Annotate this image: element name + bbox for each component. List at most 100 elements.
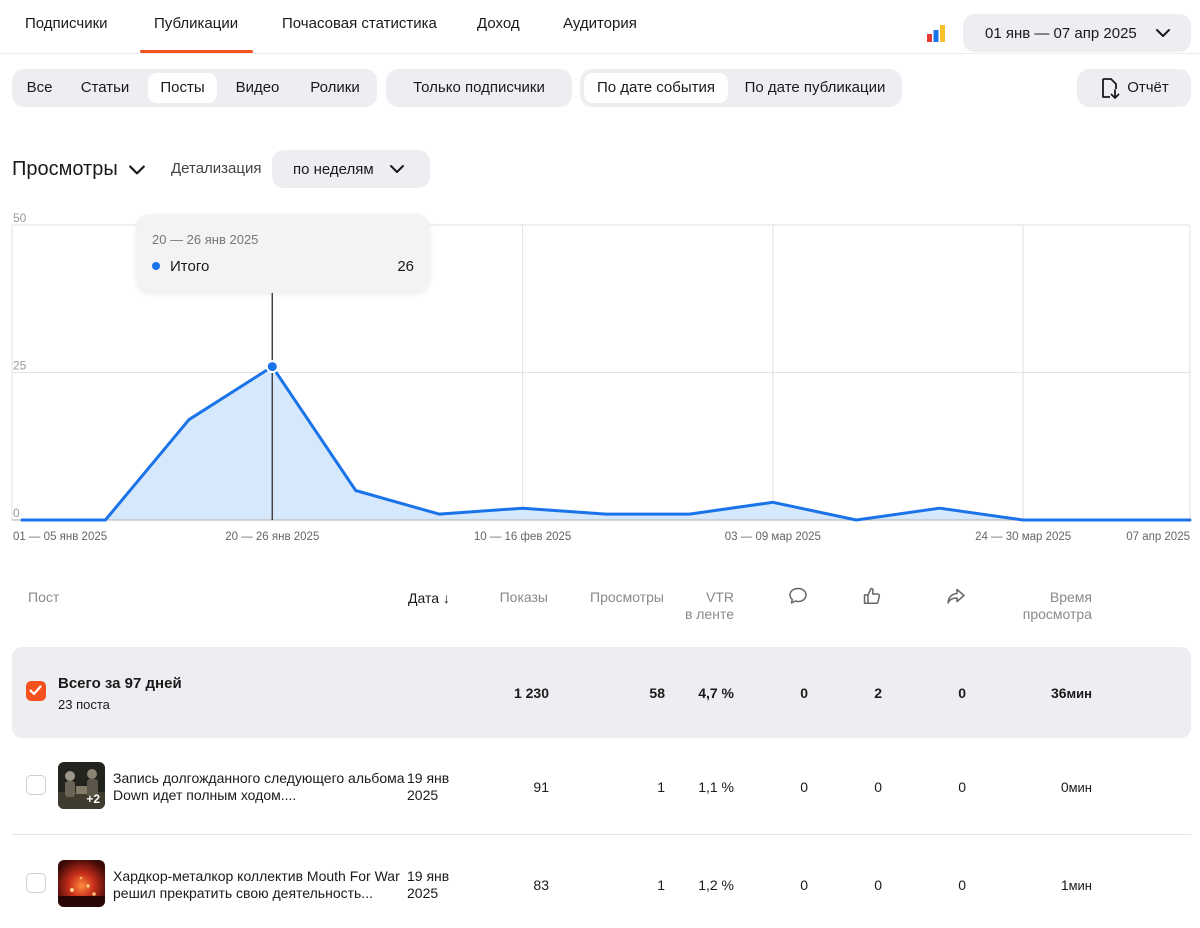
- post-thumbnail: +2: [58, 762, 105, 809]
- col-post: Пост: [28, 589, 60, 605]
- download-report-icon: [1102, 78, 1120, 99]
- post-date: 19 янв 2025: [407, 868, 449, 902]
- tab-hourly-stats[interactable]: Почасовая статистика: [282, 15, 437, 32]
- row-watch-time: 0мин: [1012, 779, 1092, 795]
- chevron-down-icon: [390, 165, 404, 173]
- post-title[interactable]: Хардкор-металкор коллектив Mouth For War…: [113, 868, 400, 902]
- row-likes: 0: [874, 877, 882, 893]
- totals-watch-time: 36мин: [1012, 685, 1092, 701]
- row-likes: 0: [874, 779, 882, 795]
- row-vtr: 1,1 %: [698, 779, 734, 795]
- col-watch-line2: просмотра: [1022, 606, 1092, 622]
- col-watch-time[interactable]: Время просмотра: [1000, 589, 1092, 623]
- report-label: Отчёт: [1127, 79, 1169, 96]
- x-tick-label: 10 — 16 фев 2025: [474, 531, 571, 543]
- subscribers-only-toggle[interactable]: Только подписчики: [386, 69, 572, 107]
- detail-label: Детализация: [171, 160, 262, 177]
- y-tick-label: 25: [13, 359, 27, 373]
- row-checkbox[interactable]: [26, 775, 46, 795]
- x-tick-label: 20 — 26 янв 2025: [225, 531, 319, 543]
- post-date-line2: 2025: [407, 885, 439, 901]
- row-comments: 0: [800, 779, 808, 795]
- bar-chart-logo-icon: [927, 25, 945, 42]
- tab-subscribers[interactable]: Подписчики: [25, 15, 108, 32]
- detail-period-select[interactable]: по неделям: [272, 150, 430, 188]
- row-vtr: 1,2 %: [698, 877, 734, 893]
- row-watch-time: 1мин: [1012, 877, 1092, 893]
- row-views: 1: [657, 877, 665, 893]
- tab-audience[interactable]: Аудитория: [563, 15, 637, 32]
- totals-post-count: 23 поста: [58, 697, 110, 712]
- tooltip-value: 26: [397, 258, 414, 275]
- post-thumbnail: [58, 860, 105, 907]
- totals-row: Всего за 97 дней 23 поста 1 230 58 4,7 %…: [12, 647, 1191, 738]
- row-watch-value: 1: [1060, 877, 1069, 893]
- date-range-picker[interactable]: 01 янв — 07 апр 2025: [963, 14, 1191, 52]
- row-shares: 0: [958, 779, 966, 795]
- select-all-checkbox[interactable]: [26, 681, 46, 701]
- col-impressions[interactable]: Показы: [480, 589, 548, 606]
- date-range-label: 01 янв — 07 апр 2025: [985, 24, 1137, 42]
- like-icon[interactable]: [862, 586, 882, 606]
- chevron-down-icon: [128, 165, 145, 174]
- col-watch-line1: Время: [1049, 589, 1092, 605]
- comment-icon[interactable]: [788, 586, 808, 606]
- col-views[interactable]: Просмотры: [570, 589, 664, 606]
- chevron-down-icon: [1156, 29, 1170, 37]
- filter-by-publish-date[interactable]: По дате публикации: [734, 73, 896, 103]
- chart-tooltip: 20 — 26 янв 2025 Итого 26: [136, 214, 430, 292]
- post-title-line1: Хардкор-металкор коллектив Mouth For War: [113, 868, 400, 884]
- row-checkbox[interactable]: [26, 873, 46, 893]
- filter-articles[interactable]: Статьи: [70, 73, 140, 103]
- row-watch-unit: мин: [1068, 780, 1092, 795]
- post-date-line1: 19 янв: [407, 770, 450, 786]
- col-vtr[interactable]: VTR в ленте: [670, 589, 734, 623]
- totals-comments: 0: [800, 685, 808, 701]
- report-button[interactable]: Отчёт: [1077, 69, 1191, 107]
- y-tick-label: 0: [13, 506, 20, 520]
- totals-shares: 0: [958, 685, 966, 701]
- detail-period-value: по неделям: [293, 160, 374, 178]
- content-type-filter: Все Статьи Посты Видео Ролики: [12, 69, 377, 107]
- date-mode-filter: По дате события По дате публикации: [580, 69, 902, 107]
- active-tab-indicator: [140, 50, 253, 53]
- thumbnail-more-badge: +2: [86, 792, 100, 806]
- post-date: 19 янв 2025: [407, 770, 449, 804]
- col-date-sort[interactable]: Дата ↓: [408, 590, 450, 607]
- row-views: 1: [657, 779, 665, 795]
- table-row[interactable]: Хардкор-металкор коллектив Mouth For War…: [12, 836, 1191, 928]
- table-row[interactable]: +2 Запись долгожданного следующего альбо…: [12, 740, 1191, 835]
- totals-likes: 2: [874, 685, 882, 701]
- row-watch-unit: мин: [1068, 878, 1092, 893]
- row-watch-value: 0: [1060, 779, 1069, 795]
- sort-desc-icon: ↓: [439, 590, 450, 606]
- tab-publications[interactable]: Публикации: [154, 15, 238, 32]
- row-shares: 0: [958, 877, 966, 893]
- highlighted-point: [265, 360, 279, 374]
- totals-watch-value: 36: [1050, 685, 1067, 701]
- col-date-label: Дата: [408, 590, 440, 606]
- row-comments: 0: [800, 877, 808, 893]
- post-title-line2: Down идет полным ходом....: [113, 787, 297, 803]
- x-tick-label: 24 — 30 мар 2025: [975, 531, 1071, 543]
- post-title-line1: Запись долгожданного следующего альбома: [113, 770, 405, 786]
- filter-posts[interactable]: Посты: [148, 73, 217, 103]
- filter-clips[interactable]: Ролики: [298, 73, 372, 103]
- filter-all[interactable]: Все: [18, 73, 61, 103]
- post-date-line2: 2025: [407, 787, 439, 803]
- totals-views: 58: [649, 685, 665, 701]
- filter-video[interactable]: Видео: [226, 73, 289, 103]
- row-impressions: 91: [533, 779, 549, 795]
- tooltip-series-name: Итого: [170, 258, 210, 275]
- filter-by-event-date[interactable]: По дате события: [584, 73, 728, 103]
- totals-title: Всего за 97 дней: [58, 675, 182, 692]
- post-title[interactable]: Запись долгожданного следующего альбома …: [113, 770, 405, 804]
- x-tick-label: 03 — 09 мар 2025: [725, 531, 821, 543]
- tab-income[interactable]: Доход: [477, 15, 520, 32]
- metric-selector[interactable]: Просмотры: [12, 158, 146, 181]
- col-vtr-line2: в ленте: [684, 606, 734, 622]
- totals-vtr: 4,7 %: [698, 685, 734, 701]
- share-icon[interactable]: [946, 586, 966, 606]
- top-navigation: Подписчики Публикации Почасовая статисти…: [0, 0, 1200, 54]
- tooltip-series-dot: [152, 262, 160, 270]
